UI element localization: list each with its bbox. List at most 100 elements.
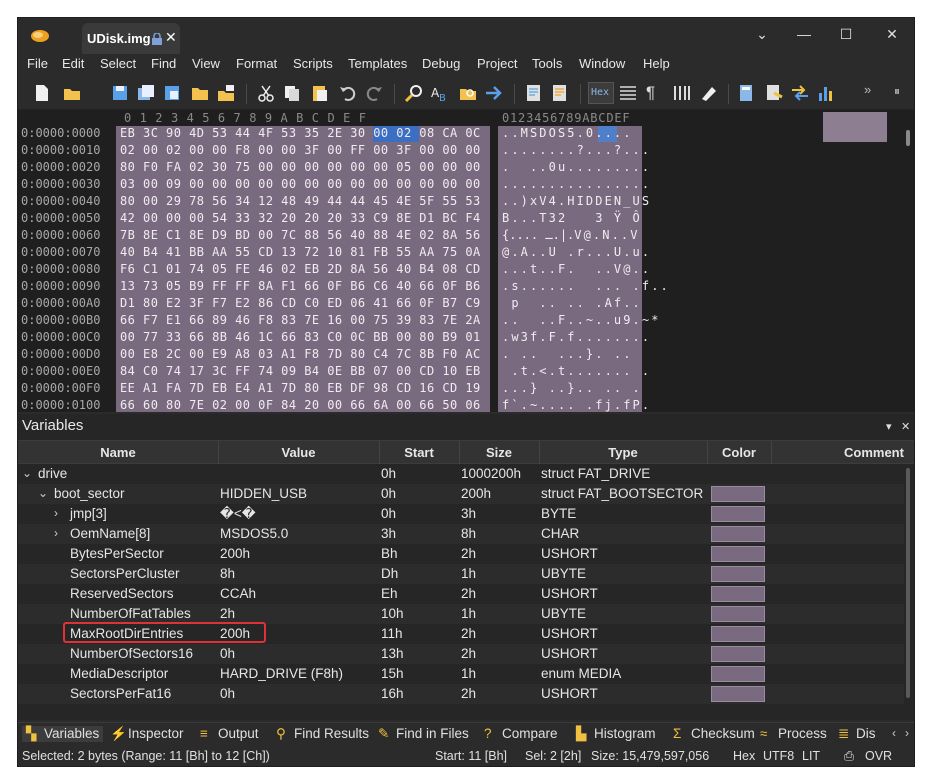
collapse-chevron-icon[interactable]: ⌄ — [38, 486, 48, 500]
ascii-row[interactable]: f`.~.... .fj.fP. — [502, 398, 651, 412]
ascii-row[interactable]: . ..0u......... — [502, 160, 651, 174]
minimize-button[interactable]: — — [792, 26, 816, 42]
copy-icon[interactable] — [282, 83, 302, 103]
ascii-row[interactable]: @.A..U .r...U.u. — [502, 245, 651, 259]
paste-icon[interactable] — [310, 83, 330, 103]
variable-row[interactable]: NumberOfFatTables 2h 10h 1h UBYTE — [18, 604, 904, 624]
variable-row[interactable]: › jmp[3] �<� 0h 3h BYTE — [18, 504, 904, 524]
expand-chevron-icon[interactable]: › — [54, 506, 58, 520]
hex-bytes-row[interactable]: 03 00 09 00 00 00 00 00 00 00 00 00 00 0… — [120, 177, 481, 191]
find-icon[interactable] — [404, 83, 424, 103]
open-workspace-icon[interactable] — [216, 83, 236, 103]
variable-row[interactable]: ReservedSectors CCAh Eh 2h USHORT — [18, 584, 904, 604]
hex-bytes-row[interactable]: 7B 8E C1 8E D9 BD 00 7C 88 56 40 88 4E 0… — [120, 228, 481, 242]
variable-row[interactable]: SectorsPerCluster 8h Dh 1h UBYTE — [18, 564, 904, 584]
status-encoding[interactable]: UTF8 — [763, 749, 794, 763]
color-swatch[interactable] — [711, 486, 765, 502]
file-tab[interactable]: UDisk.img ✕ — [82, 23, 180, 54]
menu-help[interactable]: Help — [643, 56, 670, 71]
hex-bytes-row[interactable]: 00 E8 2C 00 E9 A8 03 A1 F8 7D 80 C4 7C 8… — [120, 347, 481, 361]
col-comment[interactable]: Comment — [844, 445, 904, 460]
ascii-row[interactable]: .w3f.F.f........ — [502, 330, 651, 344]
ascii-row[interactable]: ...} ..}.. .. . — [502, 381, 651, 395]
tab-find-in-files[interactable]: ✎ Find in Files — [378, 726, 469, 742]
minimap[interactable] — [823, 112, 887, 142]
hex-bytes-row[interactable]: 40 B4 41 BB AA 55 CD 13 72 10 81 FB 55 A… — [120, 245, 481, 259]
col-value[interactable]: Value — [218, 445, 379, 460]
maximize-button[interactable]: ☐ — [834, 26, 858, 43]
panel-close-icon[interactable]: ✕ — [901, 420, 910, 433]
redo-icon[interactable] — [364, 83, 384, 103]
tab-output[interactable]: ≡ Output — [200, 726, 259, 741]
ascii-row[interactable]: {.... ـ.|.V@.N..V — [502, 228, 640, 242]
find-in-files-icon[interactable] — [458, 83, 478, 103]
variable-row[interactable]: › OemName[8] MSDOS5.0 3h 8h CHAR — [18, 524, 904, 544]
tabs-scroll-right-icon[interactable]: › — [905, 726, 909, 740]
save-icon[interactable] — [110, 83, 130, 103]
cut-icon[interactable] — [256, 83, 276, 103]
tab-compare[interactable]: ? Compare — [484, 726, 558, 741]
menu-find[interactable]: Find — [151, 56, 176, 71]
color-swatch[interactable] — [711, 526, 765, 542]
hex-bytes-row[interactable]: 00 77 33 66 8B 46 1C 66 83 C0 0C BB 00 8… — [120, 330, 481, 344]
window-menu-icon[interactable]: ⌄ — [750, 26, 774, 43]
hex-bytes-row[interactable]: 66 60 80 7E 02 00 0F 84 20 00 66 6A 00 6… — [120, 398, 481, 412]
variable-row[interactable]: ⌄ boot_sector HIDDEN_USB 0h 200h struct FAT_B… — [18, 484, 904, 504]
hex-scrollbar[interactable] — [902, 110, 914, 412]
expand-chevron-icon[interactable]: › — [54, 526, 58, 540]
ascii-row[interactable]: . .. ...}. .. — [502, 347, 651, 361]
color-swatch[interactable] — [711, 566, 765, 582]
toolbar-overflow-icon[interactable]: » — [864, 82, 871, 97]
tab-variables[interactable]: ▚ Variables — [22, 726, 104, 742]
ascii-row[interactable]: p .. .. .Af.. — [502, 296, 651, 310]
hex-bytes-row[interactable]: D1 80 E2 3F F7 E2 86 CD C0 ED 06 41 66 0… — [120, 296, 481, 310]
hex-bytes-row[interactable]: 80 00 29 78 56 34 12 48 49 44 44 45 4E 5… — [120, 194, 481, 208]
menu-file[interactable]: File — [27, 56, 48, 71]
variable-row[interactable]: BytesPerSector 200h Bh 2h USHORT — [18, 544, 904, 564]
variable-row[interactable]: MediaDescriptor HARD_DRIVE (F8h) 15h 1h enum… — [18, 664, 904, 684]
goto-icon[interactable] — [484, 83, 504, 103]
open-folder2-icon[interactable] — [190, 83, 210, 103]
ascii-row[interactable]: .s...... ... .f.. — [502, 279, 670, 293]
menu-window[interactable]: Window — [579, 56, 625, 71]
hex-bytes-row[interactable]: 42 00 00 00 54 33 32 20 20 20 33 C9 8E D… — [120, 211, 481, 225]
menu-scripts[interactable]: Scripts — [293, 56, 333, 71]
tab-inspector[interactable]: ⚡Inspector — [110, 726, 184, 742]
menu-debug[interactable]: Debug — [422, 56, 460, 71]
calculator-icon[interactable] — [736, 83, 756, 103]
col-name[interactable]: Name — [18, 445, 218, 460]
panel-pin-icon[interactable]: ▾ — [886, 420, 892, 433]
variable-row[interactable]: ⌄ drive 0h 1000200h struct FAT_DRIVE — [18, 464, 904, 484]
col-size[interactable]: Size — [459, 445, 539, 460]
col-start[interactable]: Start — [379, 445, 459, 460]
histogram-icon[interactable] — [816, 83, 836, 103]
menu-edit[interactable]: Edit — [62, 56, 84, 71]
hex-bytes-row[interactable]: 80 F0 FA 02 30 75 00 00 00 00 00 00 05 0… — [120, 160, 481, 174]
run-template-icon[interactable] — [550, 83, 570, 103]
menu-format[interactable]: Format — [236, 56, 277, 71]
ascii-row[interactable]: ..)xV4.HIDDEN_US — [502, 194, 651, 208]
color-swatch[interactable] — [711, 686, 765, 702]
ascii-row[interactable]: B...T32 3 Ÿ Ô — [502, 211, 651, 225]
toolbar-pause-icon[interactable]: ⏸ — [894, 84, 900, 99]
ascii-row[interactable]: ........?...?... — [502, 143, 651, 157]
save-as-icon[interactable] — [162, 83, 182, 103]
status-insert[interactable]: OVR — [865, 749, 892, 763]
open-folder-icon[interactable] — [62, 83, 82, 103]
col-type[interactable]: Type — [539, 445, 707, 460]
color-swatch[interactable] — [711, 546, 765, 562]
binary-mode-icon[interactable] — [618, 83, 638, 103]
collapse-chevron-icon[interactable]: ⌄ — [22, 466, 32, 480]
hex-bytes-row[interactable]: EB 3C 90 4D 53 44 4F 53 35 2E 30 00 02 0… — [120, 126, 481, 140]
paragraph-icon[interactable]: ¶ — [646, 83, 666, 103]
color-swatch[interactable] — [711, 666, 765, 682]
save-all-icon[interactable] — [136, 83, 156, 103]
menu-tools[interactable]: Tools — [532, 56, 562, 71]
variables-scrollbar-thumb[interactable] — [906, 468, 910, 698]
color-swatch[interactable] — [711, 646, 765, 662]
close-window-button[interactable]: ✕ — [880, 26, 904, 43]
tabs-scroll-left-icon[interactable]: ‹ — [892, 726, 896, 740]
hex-scrollbar-thumb[interactable] — [906, 130, 910, 146]
tab-checksum[interactable]: Σ Checksum — [673, 726, 755, 741]
hex-bytes-row[interactable]: EE A1 FA 7D EB E4 A1 7D 80 EB DF 98 CD 1… — [120, 381, 481, 395]
